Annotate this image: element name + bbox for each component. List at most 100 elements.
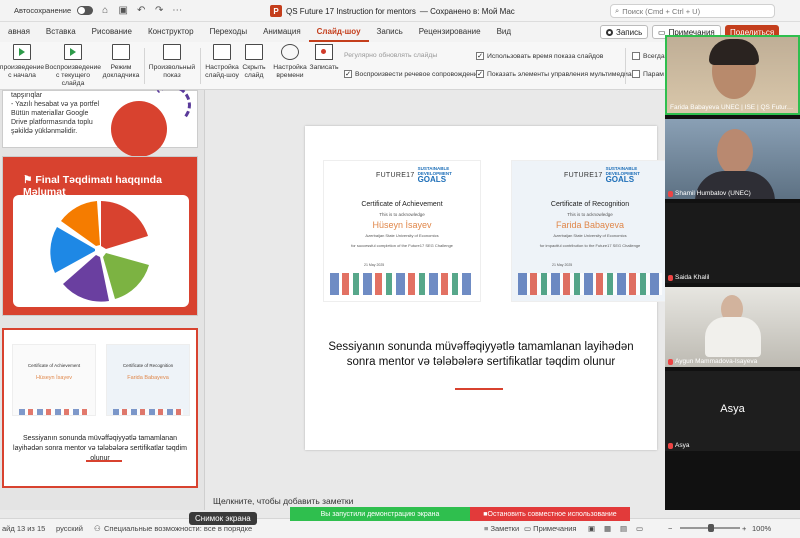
- record-button[interactable]: Запись: [600, 25, 649, 39]
- participant-body: [705, 317, 761, 357]
- checkbox-checked-icon: ✓: [344, 70, 352, 78]
- from-current-button[interactable]: Воспроизведение с текущего слайда: [45, 44, 101, 88]
- update-slides-option: Регулярно обновлять слайды: [344, 52, 437, 59]
- zoom-level[interactable]: 100%: [752, 524, 771, 533]
- custom-show-button[interactable]: Произвольный показ: [148, 44, 196, 80]
- zoom-out-icon[interactable]: −: [668, 524, 672, 533]
- tab-transitions[interactable]: Переходы: [202, 22, 256, 42]
- status-bar: айд 13 из 15 русский ⚇ Специальные возмо…: [0, 518, 800, 538]
- checkbox-checked-icon: ✓: [476, 70, 484, 78]
- setup-label: Настройка слайд-шоу: [205, 64, 239, 79]
- zoom-slider[interactable]: [680, 524, 740, 532]
- setup-slideshow-button[interactable]: Настройка слайд-шоу: [204, 44, 240, 80]
- comment-icon: ▭: [524, 524, 534, 533]
- current-slide[interactable]: FUTURE17 SUSTAINABLE DEVELOPMENT GOALS C…: [305, 126, 669, 450]
- slide-caption[interactable]: Sessiyanın sonunda müvəffəqiyyətlə tamam…: [315, 340, 647, 370]
- participant-tile[interactable]: Aygun Mammadova-Isayeva: [665, 287, 800, 367]
- play-narration-checkbox[interactable]: ✓ Воспроизвести речевое сопровождение: [344, 70, 481, 78]
- muted-mic-icon: [668, 274, 673, 281]
- tab-draw[interactable]: Рисование: [84, 22, 140, 42]
- presenter-view-button[interactable]: Режим докладчика: [102, 44, 140, 80]
- search-box[interactable]: ⌕ Поиск (Cmd + Ctrl + U): [610, 4, 775, 18]
- slide-thumbnail-12[interactable]: tapşırıqlar - Yazılı hesabat və ya portf…: [2, 90, 198, 157]
- mini-cert-name: Farida Babayeva: [127, 375, 169, 381]
- screenshot-tooltip: Снимок экрана: [189, 512, 257, 525]
- clock-icon: [281, 44, 299, 60]
- autosave-toggle[interactable]: [77, 6, 94, 15]
- thumbnail-pie-card: [13, 195, 189, 307]
- accessibility-status[interactable]: Специальные возможности: все в порядке: [104, 524, 252, 533]
- tab-design[interactable]: Конструктор: [140, 22, 202, 42]
- undo-icon[interactable]: ↶: [135, 5, 147, 16]
- tab-review[interactable]: Рецензирование: [411, 22, 489, 42]
- tab-view[interactable]: Вид: [489, 22, 519, 42]
- muted-mic-icon: [668, 442, 673, 449]
- partner-logos: [330, 273, 474, 295]
- always-label: Всегда: [643, 52, 665, 60]
- stop-share-button[interactable]: ■ Остановить совместное использование: [470, 507, 630, 521]
- accessibility-icon[interactable]: ⚇: [94, 524, 101, 533]
- redo-icon[interactable]: ↷: [153, 5, 165, 16]
- parameters-option[interactable]: Парам: [632, 70, 664, 78]
- certificate-reason: for successful completion of the Future1…: [351, 243, 453, 248]
- pie-diagram: [50, 201, 149, 302]
- participant-tile[interactable]: Asya Asya: [665, 371, 800, 451]
- certificate-ack: This is to acknowledge: [379, 212, 425, 217]
- participant-tile[interactable]: Shamil Humbatov (UNEC): [665, 119, 800, 199]
- slide-thumbnail-panel[interactable]: tapşırıqlar - Yazılı hesabat və ya portf…: [0, 90, 205, 510]
- participant-name-text: Saida Khalil: [675, 274, 710, 281]
- notes-placeholder[interactable]: Щелкните, чтобы добавить заметки: [213, 496, 353, 506]
- mini-cert-title: Certificate of Recognition: [122, 363, 174, 368]
- zoom-in-icon[interactable]: +: [742, 524, 746, 533]
- slideshow-view-icon[interactable]: ▭: [636, 524, 643, 533]
- participant-name: Farida Babayeva UNEC | ISE | QS Futur…: [670, 104, 793, 111]
- slide-sorter-icon[interactable]: ▦: [604, 524, 611, 533]
- sdg-goals-label: SUSTAINABLE DEVELOPMENT GOALS: [606, 166, 640, 184]
- slide-editor-canvas[interactable]: FUTURE17 SUSTAINABLE DEVELOPMENT GOALS C…: [205, 90, 669, 510]
- tab-insert[interactable]: Вставка: [38, 22, 84, 42]
- comments-status-button[interactable]: ▭ Примечания: [524, 524, 576, 533]
- from-start-button[interactable]: произведение с начала: [0, 44, 44, 80]
- language-indicator[interactable]: русский: [56, 524, 83, 533]
- more-icon[interactable]: ⋯: [171, 5, 183, 16]
- always-checkbox[interactable]: Всегда: [632, 52, 665, 60]
- thumbnail-text-prefix: tapşırıqlar: [11, 92, 43, 99]
- show-media-controls-checkbox[interactable]: ✓ Показать элементы управления мультимед…: [476, 70, 632, 78]
- mini-cert-title: Certificate of Achievement: [27, 363, 81, 368]
- save-icon[interactable]: ▣: [117, 5, 129, 16]
- muted-mic-icon: [668, 358, 673, 365]
- pie-segment: [103, 253, 149, 299]
- participant-name-text: Asya: [675, 442, 690, 449]
- rehearse-timings-button[interactable]: Настройка времени: [272, 44, 308, 80]
- normal-view-icon[interactable]: ▣: [588, 524, 595, 533]
- hide-slide-button[interactable]: Скрыть слайд: [240, 44, 268, 80]
- custom-show-icon: [163, 44, 181, 60]
- flag-icon: ⚑: [23, 174, 36, 186]
- goals-word: GOALS: [605, 175, 635, 184]
- save-status: — Сохранено в: Мой Mac: [419, 6, 515, 16]
- certificate-title: Certificate of Recognition: [550, 201, 630, 208]
- tab-slideshow[interactable]: Слайд-шоу: [308, 22, 369, 42]
- record-label: Запись: [616, 27, 643, 37]
- presenter-label: Режим докладчика: [102, 64, 140, 79]
- notes-button[interactable]: ≡ Заметки: [484, 524, 519, 533]
- record-slideshow-button[interactable]: Записать: [308, 44, 340, 72]
- certificate-recognition[interactable]: FUTURE17 SUSTAINABLE DEVELOPMENT GOALS C…: [511, 160, 669, 302]
- slide-thumbnail-final-info[interactable]: ⚑ Final Təqdimatı haqqında Məlumat: [2, 156, 198, 316]
- record-icon: [606, 28, 613, 36]
- tab-home[interactable]: авная: [0, 22, 38, 42]
- home-icon[interactable]: ⌂: [99, 5, 111, 16]
- participant-name-text: Farida Babayeva UNEC | ISE | QS Futur…: [670, 104, 794, 111]
- ribbon-divider: [200, 48, 201, 84]
- custom-show-label: Произвольный показ: [148, 64, 196, 79]
- use-timings-checkbox[interactable]: ✓ Использовать время показа слайдов: [476, 52, 603, 60]
- certificate-university: Azerbaijan State University of Economics: [365, 233, 439, 238]
- tab-animations[interactable]: Анимация: [255, 22, 309, 42]
- reading-view-icon[interactable]: ▤: [620, 524, 627, 533]
- certificate-achievement[interactable]: FUTURE17 SUSTAINABLE DEVELOPMENT GOALS C…: [323, 160, 481, 302]
- participant-tile[interactable]: Saida Khalil: [665, 203, 800, 283]
- participant-tile[interactable]: Farida Babayeva UNEC | ISE | QS Futur…: [665, 35, 800, 115]
- tab-record[interactable]: Запись: [369, 22, 411, 42]
- slide-thumbnail-13-selected[interactable]: Certificate of Achievement Hüseyn İsayev…: [2, 328, 198, 488]
- screen-share-status-text: Вы запустили демонстрацию экрана: [320, 510, 440, 518]
